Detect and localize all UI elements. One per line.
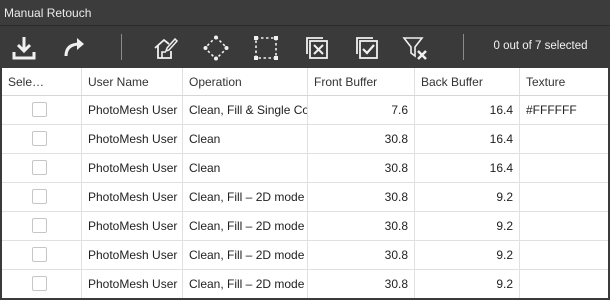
column-header-select[interactable]: Sele… — [2, 68, 82, 95]
cell-texture: #FFFFFF — [526, 103, 577, 117]
toolbar: 0 out of 7 selected — [0, 25, 610, 68]
cell-operation: Clean, Fill & Single Color — [183, 96, 308, 124]
row-checkbox[interactable] — [32, 189, 47, 204]
cell-texture — [520, 212, 608, 240]
cell-back-buffer: 9.2 — [415, 183, 520, 211]
cell-user-name: PhotoMesh User — [82, 270, 183, 298]
retouch-table: Sele… User Name Operation Front Buffer B… — [2, 68, 608, 298]
column-header-texture[interactable]: Texture — [520, 68, 608, 95]
manual-retouch-window: Manual Retouch 0 out of 7 selected Sele…… — [0, 0, 610, 300]
cell-texture — [520, 241, 608, 269]
cell-texture — [520, 125, 608, 153]
cell-user-name: PhotoMesh User — [82, 125, 183, 153]
edit-button[interactable] — [150, 33, 180, 63]
row-checkbox[interactable] — [32, 102, 47, 117]
cell-user-name: PhotoMesh User — [82, 212, 183, 240]
cell-user-name: PhotoMesh User — [82, 183, 183, 211]
toolbar-separator — [121, 34, 122, 60]
polygon-select-icon — [203, 35, 229, 61]
clear-filter-button[interactable] — [400, 33, 430, 63]
table-header: Sele… User Name Operation Front Buffer B… — [2, 68, 608, 96]
select-all-button[interactable] — [352, 33, 382, 63]
cell-operation: Clean, Fill – 2D mode — [183, 183, 308, 211]
filter-clear-icon — [402, 37, 427, 60]
table-row[interactable]: PhotoMesh User Clean 30.8 16.4 — [2, 154, 608, 183]
cell-select — [2, 212, 82, 240]
select-polygon-button[interactable] — [201, 33, 231, 63]
export-button[interactable] — [60, 33, 90, 63]
rectangle-select-icon — [254, 36, 278, 60]
checkbox-x-icon — [306, 37, 328, 59]
cell-user-name: PhotoMesh User — [82, 241, 183, 269]
cell-select — [2, 96, 82, 124]
cell-select — [2, 183, 82, 211]
cell-select — [2, 270, 82, 298]
cell-operation: Clean — [183, 125, 308, 153]
select-rectangle-button[interactable] — [251, 33, 281, 63]
cell-front-buffer: 30.8 — [308, 154, 415, 182]
deselect-all-button[interactable] — [302, 33, 332, 63]
row-checkbox[interactable] — [32, 160, 47, 175]
cell-back-buffer: 16.4 — [415, 125, 520, 153]
row-checkbox[interactable] — [32, 247, 47, 262]
row-checkbox[interactable] — [32, 276, 47, 291]
row-checkbox[interactable] — [32, 218, 47, 233]
table-row[interactable]: PhotoMesh User Clean, Fill – 2D mode 30.8 9… — [2, 212, 608, 241]
cell-back-buffer: 16.4 — [415, 154, 520, 182]
cell-back-buffer: 9.2 — [415, 212, 520, 240]
download-icon — [12, 37, 36, 60]
table-row[interactable]: PhotoMesh User Clean, Fill – 2D mode 30.8 9… — [2, 270, 608, 298]
cell-texture — [520, 154, 608, 182]
cell-user-name: PhotoMesh User — [82, 154, 183, 182]
cell-front-buffer: 7.6 — [308, 96, 415, 124]
cell-select — [2, 241, 82, 269]
cell-front-buffer: 30.8 — [308, 125, 415, 153]
share-arrow-icon — [64, 38, 84, 57]
selection-status: 0 out of 7 selected — [493, 40, 588, 52]
cell-front-buffer: 30.8 — [308, 183, 415, 211]
cell-front-buffer: 30.8 — [308, 212, 415, 240]
cell-operation: Clean — [183, 154, 308, 182]
cell-select — [2, 154, 82, 182]
row-checkbox[interactable] — [32, 131, 47, 146]
house-edit-icon — [154, 37, 179, 59]
cell-operation: Clean, Fill – 2D mode — [183, 212, 308, 240]
cell-back-buffer: 9.2 — [415, 270, 520, 298]
cell-select — [2, 125, 82, 153]
column-header-back-buffer[interactable]: Back Buffer — [415, 68, 520, 95]
cell-texture — [520, 183, 608, 211]
cell-front-buffer: 30.8 — [308, 241, 415, 269]
cell-operation: Clean, Fill – 2D mode — [183, 241, 308, 269]
column-header-front-buffer[interactable]: Front Buffer — [308, 68, 415, 95]
import-button[interactable] — [9, 33, 39, 63]
window-title: Manual Retouch — [0, 0, 610, 25]
table-row[interactable]: PhotoMesh User Clean, Fill – 2D mode 30.8 9… — [2, 183, 608, 212]
column-header-user-name[interactable]: User Name — [82, 68, 183, 95]
cell-operation: Clean, Fill – 2D mode — [183, 270, 308, 298]
cell-front-buffer: 30.8 — [308, 270, 415, 298]
table-row[interactable]: PhotoMesh UserClean, Fill & Single Color… — [2, 96, 608, 125]
cell-user-name: PhotoMesh User — [82, 96, 183, 124]
table-row[interactable]: PhotoMesh User Clean 30.8 16.4 — [2, 125, 608, 154]
table-row[interactable]: PhotoMesh User Clean, Fill – 2D mode 30.8 9… — [2, 241, 608, 270]
checkbox-check-icon — [356, 37, 378, 59]
column-header-operation[interactable]: Operation — [183, 68, 308, 95]
cell-back-buffer: 9.2 — [415, 241, 520, 269]
cell-back-buffer: 16.4 — [415, 96, 520, 124]
cell-texture — [520, 270, 608, 298]
toolbar-separator — [463, 34, 464, 60]
